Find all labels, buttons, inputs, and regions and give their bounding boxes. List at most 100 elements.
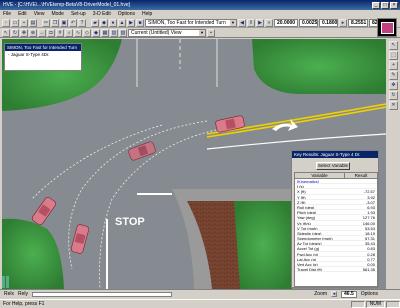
status-num: NUM <box>365 300 385 308</box>
menu-help[interactable]: Help <box>142 11 152 17</box>
event-tree-item[interactable]: - Jaguar S-Type 4Dr. <box>5 51 81 58</box>
light-icon[interactable]: ☼ <box>65 28 73 37</box>
grass-top-right <box>252 39 386 94</box>
variable-name: Y (ft) <box>297 194 306 199</box>
solid-icon[interactable]: ◆ <box>92 28 100 37</box>
vehicle-icon[interactable]: ▰ <box>91 18 99 27</box>
print-icon[interactable]: ▤ <box>29 18 37 27</box>
time-field-3[interactable]: 0.1800 <box>319 18 338 27</box>
rotate-icon[interactable]: ↻ <box>11 28 19 37</box>
side-view-icon[interactable]: ▥ <box>110 28 118 37</box>
help-icon[interactable]: ? <box>78 18 86 27</box>
variable-value: 6.93 <box>367 204 375 210</box>
save-view-icon[interactable]: ▪ <box>207 28 215 37</box>
variable-name: Vert Acc (g) <box>297 262 318 267</box>
variable-name: Lat Acc (g) <box>297 256 317 261</box>
variable-name: Travel Dist (ft) <box>297 267 322 272</box>
pan-icon[interactable]: ✥ <box>20 28 28 37</box>
menu-edit[interactable]: Edit <box>18 11 27 17</box>
rotate-icon[interactable]: ↻ <box>389 91 398 100</box>
header-result[interactable]: Result <box>345 173 377 178</box>
variable-value: 561.35 <box>362 267 375 273</box>
variable-value: 35.43 <box>364 241 375 247</box>
menu-options[interactable]: Options <box>118 11 135 17</box>
new-icon[interactable]: ▫ <box>2 18 10 27</box>
time-field-1[interactable]: 20.0000 <box>274 18 298 27</box>
variable-value: 146.00 <box>362 220 375 226</box>
camera-icon[interactable]: ◘ <box>47 28 55 37</box>
step-icon[interactable]: ▸ <box>339 18 347 27</box>
variable-value: 0.77 <box>367 256 375 262</box>
variable-value: 18.19 <box>364 230 375 236</box>
time-field-2[interactable]: 0.0025 <box>299 18 318 27</box>
top-view-icon[interactable]: ▦ <box>101 28 109 37</box>
menu-view[interactable]: View <box>34 11 45 17</box>
view-select[interactable]: Current (Untitled) View ▼ <box>128 28 206 37</box>
fast-forward-icon[interactable]: » <box>265 18 273 27</box>
event-tree-item-label: Jaguar S-Type 4Dr. <box>10 52 50 57</box>
variable-value: 53.53 <box>364 225 375 231</box>
position-slider[interactable] <box>32 291 173 297</box>
select-icon[interactable]: ⬚ <box>389 51 398 60</box>
close-button[interactable]: × <box>390 1 398 9</box>
edit-path-icon[interactable]: ✎ <box>389 71 398 80</box>
event-tree-panel: SIMON, Too Fast for Intended Turn - Jagu… <box>4 43 82 71</box>
variable-name: Speedometer (mph) <box>297 236 333 241</box>
chevron-down-icon: ▼ <box>199 29 205 36</box>
select-variable-button[interactable]: Select Variable <box>316 162 350 170</box>
relx-label: Relx <box>4 291 15 297</box>
open-icon[interactable]: ▭ <box>11 18 19 27</box>
menu-mode[interactable]: Mode <box>51 11 64 17</box>
variable-name: Accel Tot (g) <box>297 246 320 251</box>
menu-setup[interactable]: Set-up <box>71 11 86 17</box>
options-label[interactable]: Options <box>361 291 378 297</box>
value-field-1[interactable]: 8.2551 <box>348 18 368 27</box>
pause-icon[interactable]: ‖ <box>247 18 255 27</box>
delete-icon[interactable]: ✕ <box>389 101 398 110</box>
variable-name: Sideslip (deg) <box>297 230 322 236</box>
zoom-value[interactable]: 46.5 <box>341 290 357 298</box>
view-thumbnail[interactable] <box>377 18 397 37</box>
zoom-spin-icon[interactable]: ◂ <box>331 291 338 297</box>
variable-value: -3.07 <box>365 199 375 205</box>
cut-icon[interactable]: ✂ <box>42 18 50 27</box>
variable-name: V Tot (mph) <box>297 225 318 230</box>
forward-icon[interactable]: ▶ <box>256 18 264 27</box>
stop-icon[interactable]: ■ <box>136 18 144 27</box>
env-icon[interactable]: ▲ <box>118 18 126 27</box>
undo-icon[interactable]: ↶ <box>69 18 77 27</box>
paste-icon[interactable]: ▣ <box>60 18 68 27</box>
event-icon[interactable]: ◆ <box>100 18 108 27</box>
event-select[interactable]: SIMON, Too Fast for Intended Turn ▼ <box>145 18 237 27</box>
minimize-button[interactable]: _ <box>372 1 380 9</box>
event-tree-title: SIMON, Too Fast for Intended Turn <box>5 44 81 51</box>
variable-name: [Kinematics] <box>297 179 319 184</box>
driver-icon[interactable]: ● <box>109 18 117 27</box>
menu-3d-edit[interactable]: 3-D Edit <box>93 11 111 17</box>
menu-file[interactable]: File <box>3 11 11 17</box>
zoom-icon[interactable]: ⊕ <box>29 28 37 37</box>
path-icon[interactable]: ∿ <box>74 28 82 37</box>
save-icon[interactable]: ▪ <box>20 18 28 27</box>
add-point-icon[interactable]: + <box>389 61 398 70</box>
wireframe-icon[interactable]: ◇ <box>83 28 91 37</box>
maximize-button[interactable]: □ <box>381 1 389 9</box>
play-icon[interactable]: ▶ <box>127 18 135 27</box>
right-toolbar: ↖ ⬚ + ✎ ✥ ↻ ✕ <box>388 39 399 289</box>
move-icon[interactable]: ✥ <box>389 81 398 90</box>
rewind-icon[interactable]: ◀ <box>238 18 246 27</box>
variable-value: 127.76 <box>362 215 375 221</box>
pointer-icon[interactable]: ↖ <box>2 28 10 37</box>
front-view-icon[interactable]: ▧ <box>119 28 127 37</box>
key-results-title: Key Results: Jaguar S-Type 4 Dr. <box>292 151 378 158</box>
pointer-icon[interactable]: ↖ <box>389 41 398 50</box>
header-variable[interactable]: Variable <box>295 173 345 178</box>
copy-icon[interactable]: ❐ <box>51 18 59 27</box>
table-row[interactable]: Travel Dist (ft) 561.35 <box>295 267 377 273</box>
measure-icon[interactable]: ↔ <box>38 28 46 37</box>
results-table[interactable]: Variable Result [Kinematics] t (s) X (ft) -… <box>294 172 378 287</box>
variable-name: Pitch (deg) <box>297 210 317 215</box>
rely-label: Rely <box>18 291 29 297</box>
grid-icon[interactable]: # <box>56 28 64 37</box>
variable-value <box>345 184 377 188</box>
